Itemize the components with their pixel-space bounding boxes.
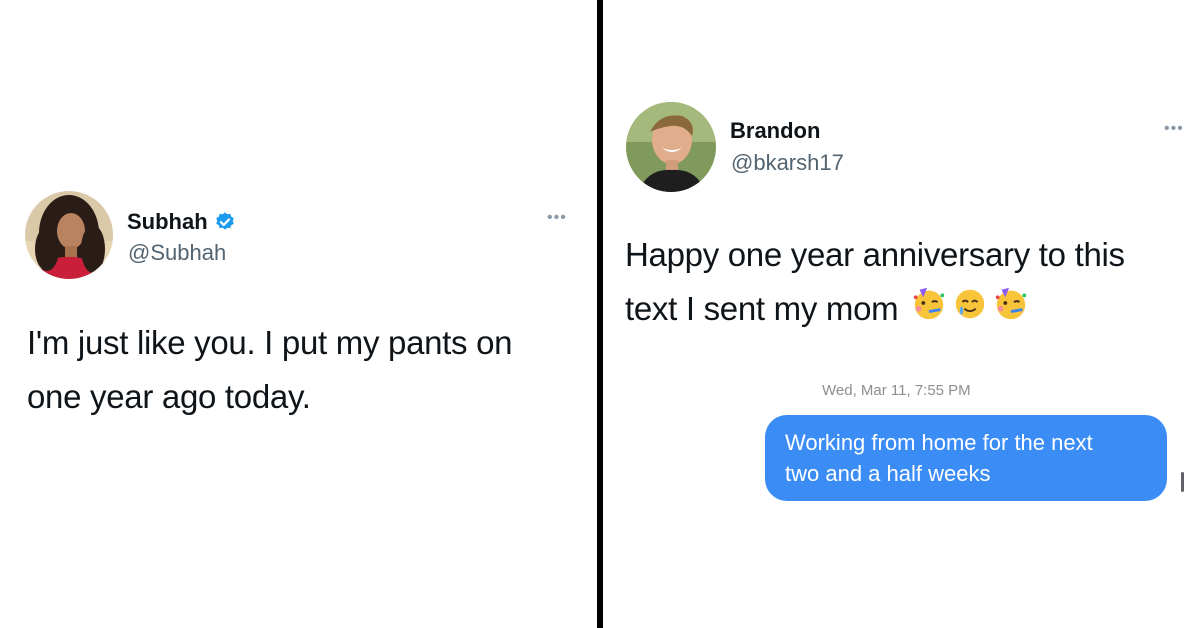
partying-face-emoji [992, 284, 1030, 338]
tweet-author-name[interactable]: Subhah [127, 209, 236, 235]
message-timestamp: Wed, Mar 11, 7:55 PM [822, 382, 971, 399]
text-cursor [1181, 472, 1184, 492]
right-tweet-card: Brandon @bkarsh17 ••• Happy one year ann… [603, 0, 1200, 628]
tweet-text-line-with-emojis: text I sent my mom [625, 282, 1125, 338]
smiling-face-with-tear-emoji [951, 284, 989, 338]
partying-face-emoji [910, 284, 948, 338]
tweet-text-line: Happy one year anniversary to this [625, 236, 1125, 273]
tweet-author-name[interactable]: Brandon [730, 118, 820, 144]
tweet-author-handle[interactable]: @Subhah [128, 240, 226, 266]
verified-badge-icon [215, 212, 234, 230]
author-name-text[interactable]: Brandon [730, 118, 820, 144]
subhah-avatar[interactable] [25, 191, 113, 279]
tweet-text-line: text I sent my mom [625, 290, 899, 327]
message-text-line: Working from home for the next [785, 430, 1093, 455]
ellipsis-icon[interactable]: ••• [547, 209, 567, 227]
left-tweet-card: Subhah @Subhah ••• I'm just like you. I … [0, 0, 597, 628]
tweet-author-handle[interactable]: @bkarsh17 [731, 150, 844, 176]
tweet-text: I'm just like you. I put my pants on one… [27, 316, 513, 424]
tweet-text-line: I'm just like you. I put my pants on [27, 324, 513, 361]
author-name-text[interactable]: Subhah [127, 209, 208, 235]
tweet-text-line: one year ago today. [27, 378, 311, 415]
ellipsis-icon[interactable]: ••• [1164, 120, 1184, 138]
message-text-line: two and a half weeks [785, 461, 991, 486]
imessage-bubble[interactable]: Working from home for the next two and a… [765, 415, 1167, 501]
tweet-text: Happy one year anniversary to this text … [625, 228, 1125, 338]
brandon-avatar[interactable] [626, 102, 716, 192]
